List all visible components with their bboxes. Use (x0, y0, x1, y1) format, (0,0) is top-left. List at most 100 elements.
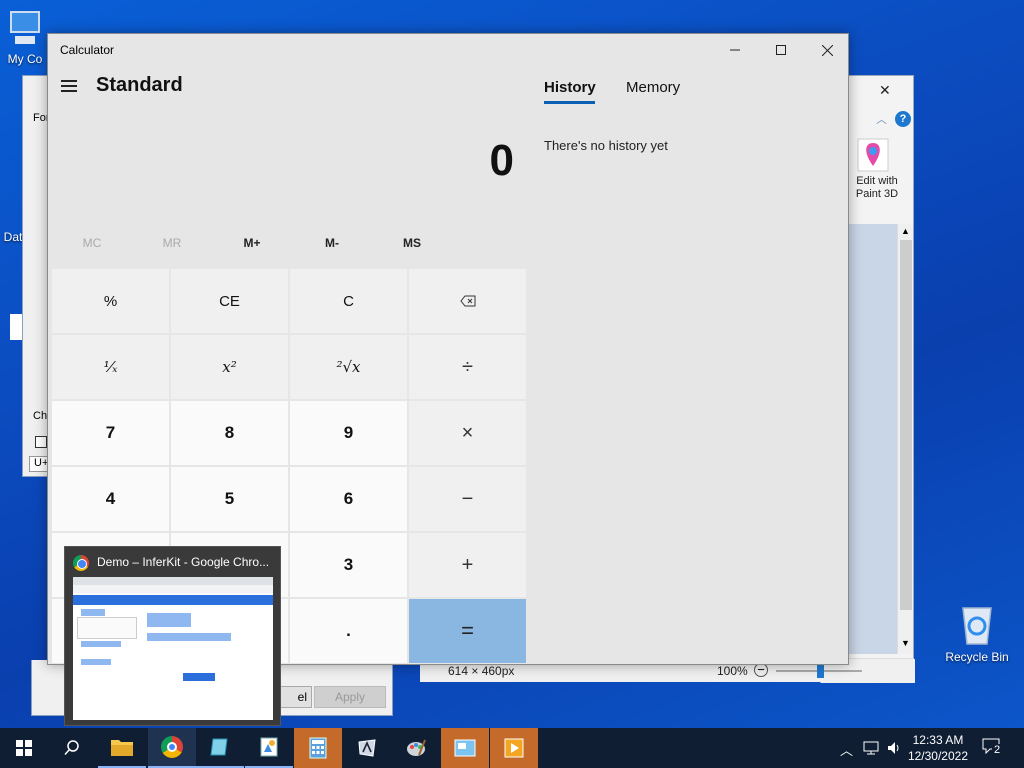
taskbar-notepad[interactable] (196, 728, 244, 768)
minimize-button[interactable] (712, 34, 758, 66)
zoom-level-text: 100% (717, 664, 748, 678)
subtract-button[interactable]: − (409, 467, 526, 531)
scroll-up-icon[interactable]: ▲ (901, 226, 910, 236)
taskbar-media-player[interactable] (490, 728, 538, 768)
backspace-button[interactable] (409, 269, 526, 333)
recycle-bin-icon (962, 607, 992, 645)
clear-entry-button[interactable]: CE (171, 269, 288, 333)
image-viewer-icon (454, 739, 476, 757)
paint-close-button[interactable]: ✕ (879, 82, 891, 99)
square-root-button[interactable]: ²√x (290, 335, 407, 399)
desktop-icon-label: Dat (3, 230, 23, 244)
minimize-icon (730, 49, 740, 51)
decimal-button[interactable]: . (290, 599, 407, 663)
history-empty-text: There's no history yet (544, 138, 668, 153)
show-hidden-icons-icon[interactable]: ︿ (840, 740, 853, 759)
clock-time: 12:33 AM (912, 733, 964, 747)
close-icon (821, 44, 833, 56)
scroll-thumb[interactable] (900, 240, 912, 610)
percent-button[interactable]: % (52, 269, 169, 333)
taskbar-paint3d[interactable] (392, 728, 440, 768)
digit-5-button[interactable]: 5 (171, 467, 288, 531)
menu-hamburger-icon[interactable] (61, 80, 77, 92)
chrome-icon (161, 736, 183, 758)
calculator-icon (309, 737, 327, 759)
divide-button[interactable]: ÷ (409, 335, 526, 399)
thumbnail-page-preview (73, 577, 273, 720)
clear-button[interactable]: C (290, 269, 407, 333)
taskbar-thumbnail-preview[interactable]: Demo – InferKit - Google Chro... (64, 546, 281, 726)
help-icon[interactable]: ? (895, 111, 911, 127)
tab-history[interactable]: History (544, 79, 596, 96)
mode-title: Standard (96, 74, 183, 96)
equals-button[interactable]: = (409, 599, 526, 663)
memory-store-button[interactable]: MS (372, 236, 452, 262)
paint-canvas[interactable] (849, 224, 899, 654)
search-icon (64, 740, 79, 756)
memory-subtract-button[interactable]: M- (292, 236, 372, 262)
digit-6-button[interactable]: 6 (290, 467, 407, 531)
paint3d-icon (407, 739, 426, 756)
notification-center-button[interactable]: 2 (982, 738, 1004, 758)
desktop-icon-label: My Co (7, 52, 43, 66)
result-display: 0 (489, 136, 514, 185)
windows-logo-icon (16, 740, 32, 756)
zoom-slider-thumb[interactable] (817, 664, 824, 678)
computer-icon (10, 11, 40, 44)
desktop-icon-recycle-bin[interactable]: Recycle Bin (940, 602, 1014, 664)
search-button[interactable] (48, 728, 96, 768)
desktop-icon-label: Recycle Bin (945, 650, 1009, 664)
taskbar-paint[interactable] (245, 728, 293, 768)
media-player-icon (504, 738, 524, 758)
apply-button[interactable]: Apply (314, 686, 386, 708)
file-explorer-icon (111, 740, 133, 756)
taskbar-calculator[interactable] (294, 728, 342, 768)
tab-memory[interactable]: Memory (626, 79, 680, 96)
canvas-size-text: 614 × 460px (448, 664, 515, 678)
multiply-button[interactable]: × (409, 401, 526, 465)
network-icon[interactable] (863, 740, 879, 756)
ribbon-collapse-icon[interactable]: ︿ (876, 111, 887, 127)
close-button[interactable] (804, 34, 850, 66)
taskbar-file-explorer[interactable] (98, 728, 146, 768)
zoom-out-icon[interactable]: − (754, 663, 768, 677)
taskbar-clock[interactable]: 12:33 AM 12/30/2022 (908, 732, 968, 764)
taskbar-chrome[interactable] (148, 728, 196, 768)
taskbar-image-viewer[interactable] (441, 728, 489, 768)
memory-add-button[interactable]: M+ (212, 236, 292, 262)
digit-7-button[interactable]: 7 (52, 401, 169, 465)
start-button[interactable] (0, 728, 48, 768)
maximize-button[interactable] (758, 34, 804, 66)
paint-icon (260, 737, 278, 757)
memory-recall-button[interactable]: MR (132, 236, 212, 262)
memory-clear-button[interactable]: MC (52, 236, 132, 262)
digit-4-button[interactable]: 4 (52, 467, 169, 531)
edit-with-paint3d-button[interactable]: Edit with Paint 3D (847, 175, 907, 201)
scroll-down-icon[interactable]: ▼ (901, 638, 910, 648)
notepad-icon (210, 738, 228, 756)
digit-8-button[interactable]: 8 (171, 401, 288, 465)
desktop-icon-my-computer[interactable]: My Co (2, 8, 48, 66)
notification-count-badge: 2 (992, 744, 1003, 756)
app-icon (358, 739, 376, 757)
paint3d-icon (857, 138, 889, 172)
maximize-icon (776, 45, 786, 55)
clock-date: 12/30/2022 (907, 749, 968, 763)
reciprocal-button[interactable]: ¹⁄ₓ (52, 335, 169, 399)
digit-9-button[interactable]: 9 (290, 401, 407, 465)
memory-row: MC MR M+ M- MS (52, 236, 522, 262)
thumbnail-title: Demo – InferKit - Google Chro... (97, 555, 270, 569)
square-button[interactable]: x² (171, 335, 288, 399)
add-button[interactable]: + (409, 533, 526, 597)
window-title: Calculator (60, 43, 115, 57)
chrome-icon (73, 555, 89, 571)
dialog-checkbox[interactable] (35, 436, 47, 448)
digit-3-button[interactable]: 3 (290, 533, 407, 597)
vertical-scrollbar[interactable]: ▲ ▼ (897, 224, 913, 654)
taskbar: ︿ 12:33 AM 12/30/2022 2 (0, 728, 1024, 768)
desktop-icon-data[interactable]: Dat (2, 230, 24, 244)
volume-icon[interactable] (886, 740, 902, 756)
taskbar-app[interactable] (343, 728, 391, 768)
backspace-icon (459, 295, 475, 307)
active-tab-indicator (544, 101, 595, 104)
